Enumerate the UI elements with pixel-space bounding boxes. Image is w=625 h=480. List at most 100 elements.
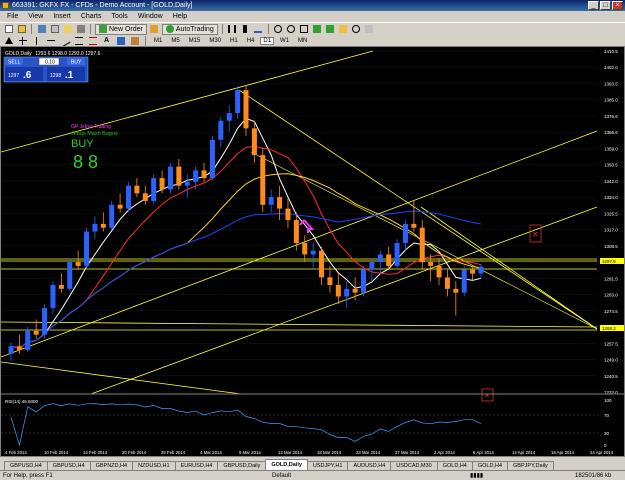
candle-body [394,242,400,266]
candle-body [201,170,207,179]
tab-gbpusd-h4-2[interactable]: GBPUSD,H4 [46,461,91,470]
candle-body [176,166,182,186]
tab-gbpusd-h4[interactable]: GBPUSD,H4 [4,461,48,470]
price-chart[interactable]: GOLD,Daily 1293.6 1298.0 1293.0 1297.6 S… [0,47,624,456]
clock-icon [352,25,361,33]
metaeditor-button[interactable] [149,24,160,35]
periods-button[interactable] [351,24,362,35]
tab-gold-daily[interactable]: GOLD,Daily [265,459,308,470]
price-tick-label: 1385.0 [604,98,618,103]
chart-shift-button[interactable] [325,24,336,35]
arrows-button[interactable] [129,35,140,46]
tile-windows-icon [300,25,309,33]
menu-file[interactable]: File [2,11,23,22]
tab-gbpusd-daily[interactable]: GBPUSD,Daily [217,461,267,470]
navigator-icon [63,25,72,33]
rsi-tick-70: 70 [604,413,610,418]
tab-eurusd-h4[interactable]: EURUSD,H4 [174,461,219,470]
tab-gold-h4-2[interactable]: GOLD,H4 [471,461,509,470]
navigator-button[interactable] [62,24,73,35]
timeframe-mn[interactable]: MN [295,37,310,45]
sell-price-small: .6 [23,70,32,81]
tab-nzdusd-h1[interactable]: NZDUSD,H1 [132,461,176,470]
autoscroll-button[interactable] [312,24,323,35]
minimize-button[interactable]: _ [588,1,599,10]
maximize-button[interactable]: □ [600,1,611,10]
zoom-out-button[interactable] [286,24,297,35]
timeframe-m30[interactable]: M30 [206,37,224,45]
timeframe-m1[interactable]: M1 [151,37,165,45]
autotrading-button[interactable]: AutoTrading [161,23,218,35]
close-button[interactable]: × [612,1,623,10]
price-tick-label: 1308.5 [604,244,618,249]
timeframe-m15[interactable]: M15 [186,37,204,45]
menu-bar: File View Insert Charts Tools Window Hel… [0,11,625,22]
candle-body [25,330,31,350]
templates-button[interactable] [364,24,375,35]
candle-body [142,193,148,201]
timeframe-h4[interactable]: H4 [244,37,258,45]
timeframe-d1[interactable]: D1 [260,36,275,45]
timeframe-h1[interactable]: H1 [227,37,241,45]
trendline-button[interactable] [59,35,70,46]
label-tool-button[interactable] [115,35,126,46]
market-watch-button[interactable] [36,24,47,35]
line-chart-icon [254,25,263,33]
tab-gbpnzd-h4[interactable]: GBPNZD,H4 [89,461,134,470]
new-order-icon [99,25,107,33]
candle-body [184,181,190,186]
horizontal-line-button[interactable] [45,35,56,46]
timeframe-m5[interactable]: M5 [168,37,182,45]
candle-body [411,223,417,228]
tab-usdcad-m30[interactable]: USDCAD,M30 [390,461,438,470]
crosshair-button[interactable] [17,35,28,46]
cursor-button[interactable] [3,35,14,46]
menu-view[interactable]: View [23,11,48,22]
terminal-button[interactable] [75,24,86,35]
buy-signal-text: BUY [71,138,94,150]
text-tool-button[interactable]: A [101,35,112,46]
trendline [0,321,598,328]
candle-body [293,220,299,243]
bar-chart-button[interactable] [227,24,238,35]
candle-body [109,204,115,228]
data-window-button[interactable] [49,24,60,35]
autotrading-icon [165,25,174,33]
menu-window[interactable]: Window [133,11,168,22]
tab-usdjpy-h1[interactable]: USDJPY,H1 [306,461,349,470]
lot-size-value: 0.10 [45,60,55,66]
date-tick-label: 26 Feb 2014 [161,450,186,455]
menu-tools[interactable]: Tools [106,11,132,22]
date-tick-label: 24 Apr 2014 [590,450,614,455]
date-tick-label: 18 Apr 2014 [551,450,575,455]
tab-gbpjpy-daily[interactable]: GBPJPY,Daily [507,461,554,470]
chart-window[interactable]: GOLD,Daily 1293.6 1298.0 1293.0 1297.6 S… [0,46,625,457]
price-tick-label: 1291.5 [604,276,618,281]
vertical-line-button[interactable] [31,35,42,46]
date-tick-label: 13 Mar 2014 [278,450,303,455]
menu-help[interactable]: Help [168,11,192,22]
candle-body [75,262,81,266]
menu-charts[interactable]: Charts [76,11,107,22]
tab-gold-h4[interactable]: GOLD,H4 [436,461,473,470]
timeframe-w1[interactable]: W1 [277,37,292,45]
candle-body [327,277,333,286]
indicators-button[interactable] [338,24,349,35]
status-traffic: 182501/86 kb [575,473,612,479]
profiles-button[interactable] [16,24,27,35]
trendlines-layer [0,50,598,395]
tab-audusd-h4[interactable]: AUDUSD,H4 [347,461,392,470]
new-chart-button[interactable] [3,24,14,35]
line-chart-button[interactable] [253,24,264,35]
menu-insert[interactable]: Insert [48,11,76,22]
price-tick-label: 1249.0 [604,358,618,363]
channel-button[interactable] [73,35,84,46]
vertical-line-icon [36,36,37,45]
candle-body [92,223,98,232]
new-order-button[interactable]: New Order [95,23,147,35]
fibonacci-button[interactable] [87,35,98,46]
candle-body [235,90,241,114]
tile-windows-button[interactable] [299,24,310,35]
zoom-in-button[interactable] [273,24,284,35]
candlestick-button[interactable] [240,24,251,35]
